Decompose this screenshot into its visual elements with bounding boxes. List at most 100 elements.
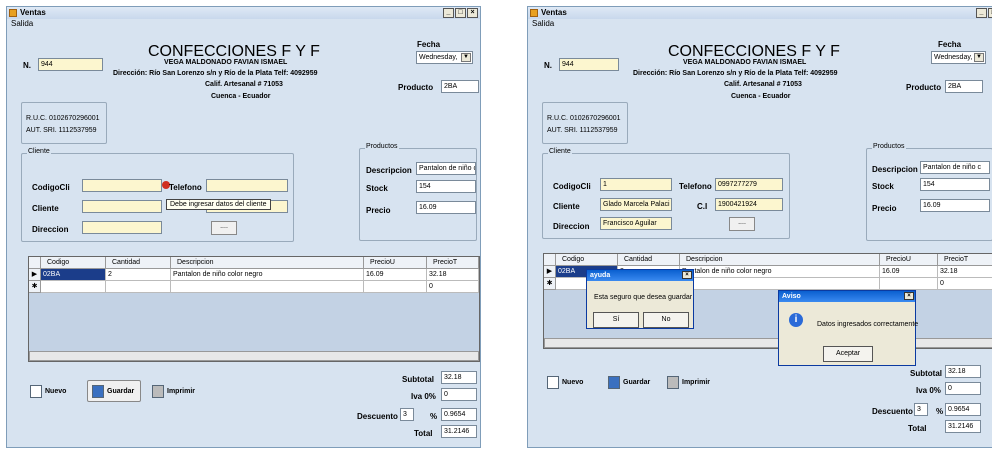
new-document-icon: [547, 375, 559, 389]
descuento-value-field[interactable]: 0.9654: [441, 408, 477, 421]
horizontal-scrollbar[interactable]: [544, 338, 992, 348]
telefono-field[interactable]: [206, 179, 288, 192]
no-button[interactable]: No: [643, 312, 689, 328]
title-bar[interactable]: Ventas _ □ ×: [7, 7, 480, 19]
new-cell-total[interactable]: 0: [938, 278, 992, 290]
guardar-button[interactable]: Guardar: [87, 380, 141, 402]
horizontal-scrollbar[interactable]: [29, 351, 479, 361]
imprimir-button[interactable]: Imprimir: [663, 371, 721, 393]
chevron-down-icon[interactable]: ▼: [974, 53, 984, 62]
col-cantidad[interactable]: Cantidad: [618, 254, 680, 266]
producto-label: Producto: [906, 83, 942, 92]
iva-field[interactable]: 0: [441, 388, 477, 401]
close-icon[interactable]: ×: [904, 292, 914, 300]
aceptar-button[interactable]: Aceptar: [823, 346, 873, 362]
col-preciou[interactable]: PrecioU: [364, 257, 427, 269]
menu-salida[interactable]: Salida: [11, 19, 33, 28]
fecha-select[interactable]: Wednesday, ▼: [931, 51, 986, 64]
precio-field[interactable]: 16.09: [416, 201, 476, 214]
producto-field[interactable]: 2BA: [441, 80, 479, 93]
close-icon[interactable]: ×: [467, 8, 478, 18]
cell-descripcion[interactable]: Pantalon de niño color negro: [680, 266, 880, 278]
col-descripcion[interactable]: Descripcion: [680, 254, 880, 266]
codigo-field[interactable]: [82, 179, 162, 192]
new-cell[interactable]: [171, 281, 364, 293]
menu-salida[interactable]: Salida: [532, 19, 554, 28]
search-cliente-button[interactable]: ....: [211, 221, 237, 235]
cell-preciou[interactable]: 16.09: [880, 266, 938, 278]
producto-field[interactable]: 2BA: [945, 80, 983, 93]
n-field[interactable]: 944: [38, 58, 103, 71]
imprimir-label: Imprimir: [167, 387, 196, 395]
descuento-field[interactable]: 3: [400, 408, 414, 421]
n-field[interactable]: 944: [559, 58, 619, 71]
col-preciot[interactable]: PrecioT: [938, 254, 992, 266]
minimize-icon[interactable]: _: [443, 8, 454, 18]
chevron-down-icon[interactable]: ▼: [461, 53, 471, 62]
new-cell[interactable]: [106, 281, 171, 293]
direccion-field[interactable]: [82, 221, 162, 234]
total-field[interactable]: 31.2146: [945, 420, 981, 433]
telefono-field[interactable]: 0997277279: [715, 178, 783, 191]
col-descripcion[interactable]: Descripcion: [171, 257, 364, 269]
nuevo-button[interactable]: Nuevo: [26, 380, 80, 402]
col-codigo[interactable]: Codigo: [41, 257, 106, 269]
cell-preciou[interactable]: 16.09: [364, 269, 427, 281]
productos-group: Productos Descripcion Pantalon de niño c…: [866, 143, 992, 241]
guardar-button[interactable]: Guardar: [604, 371, 658, 393]
new-cell[interactable]: [680, 278, 880, 290]
cell-preciot[interactable]: 32.18: [427, 269, 479, 281]
search-cliente-button[interactable]: ....: [729, 217, 755, 231]
maximize-icon[interactable]: □: [455, 8, 466, 18]
new-row-marker[interactable]: ✱: [29, 281, 41, 293]
fecha-select[interactable]: Wednesday, ▼: [416, 51, 473, 64]
items-grid[interactable]: Codigo Cantidad Descripcion PrecioU Prec…: [28, 256, 480, 362]
col-cantidad[interactable]: Cantidad: [106, 257, 171, 269]
maximize-icon[interactable]: □: [988, 8, 992, 18]
title-bar[interactable]: Ventas _ □: [528, 7, 992, 19]
address: Dirección: Río San Lorenzo s/n y Río de …: [633, 70, 838, 77]
cell-codigo[interactable]: 02BA: [41, 269, 106, 281]
precio-label: Precio: [366, 206, 391, 215]
nuevo-button[interactable]: Nuevo: [543, 371, 597, 393]
iva-field[interactable]: 0: [945, 382, 981, 395]
new-cell[interactable]: [41, 281, 106, 293]
new-cell-total[interactable]: 0: [427, 281, 479, 293]
close-icon[interactable]: ×: [682, 271, 692, 279]
iva-label: Iva 0%: [916, 386, 941, 395]
new-cell[interactable]: [364, 281, 427, 293]
codigo-field[interactable]: 1: [600, 178, 672, 191]
new-cell[interactable]: [880, 278, 938, 290]
descripcion-field[interactable]: Pantalon de niño c: [920, 161, 990, 174]
subtotal-field[interactable]: 32.18: [441, 371, 477, 384]
yes-button[interactable]: Sí: [593, 312, 639, 328]
cliente-field[interactable]: Glado Marcela Palaci: [600, 198, 672, 211]
precio-field[interactable]: 16.09: [920, 199, 990, 212]
aviso-title-bar[interactable]: Aviso ×: [779, 291, 915, 302]
stock-field[interactable]: 154: [920, 178, 990, 191]
app-icon: [9, 9, 17, 17]
row-marker[interactable]: ▶: [544, 266, 556, 278]
subtotal-field[interactable]: 32.18: [945, 365, 981, 378]
cell-descripcion[interactable]: Pantalon de niño color negro: [171, 269, 364, 281]
cell-preciot[interactable]: 32.18: [938, 266, 992, 278]
cliente-field[interactable]: [82, 200, 162, 213]
ci-field[interactable]: 1900421924: [715, 198, 783, 211]
col-codigo[interactable]: Codigo: [556, 254, 618, 266]
fecha-value: Wednesday,: [419, 54, 458, 61]
minimize-icon[interactable]: _: [976, 8, 987, 18]
col-preciot[interactable]: PrecioT: [427, 257, 479, 269]
row-marker[interactable]: ▶: [29, 269, 41, 281]
stock-field[interactable]: 154: [416, 180, 476, 193]
ayuda-title-bar[interactable]: ayuda ×: [587, 270, 693, 281]
descuento-value-field[interactable]: 0.9654: [945, 403, 981, 416]
col-preciou[interactable]: PrecioU: [880, 254, 938, 266]
descripcion-field[interactable]: Pantalon de niño c: [416, 162, 476, 175]
descuento-field[interactable]: 3: [914, 403, 928, 416]
new-row-marker[interactable]: ✱: [544, 278, 556, 290]
total-field[interactable]: 31.2146: [441, 425, 477, 438]
fecha-value: Wednesday,: [934, 54, 973, 61]
direccion-field[interactable]: Francisco Aguilar: [600, 217, 672, 230]
cell-cantidad[interactable]: 2: [106, 269, 171, 281]
imprimir-button[interactable]: Imprimir: [148, 380, 206, 402]
